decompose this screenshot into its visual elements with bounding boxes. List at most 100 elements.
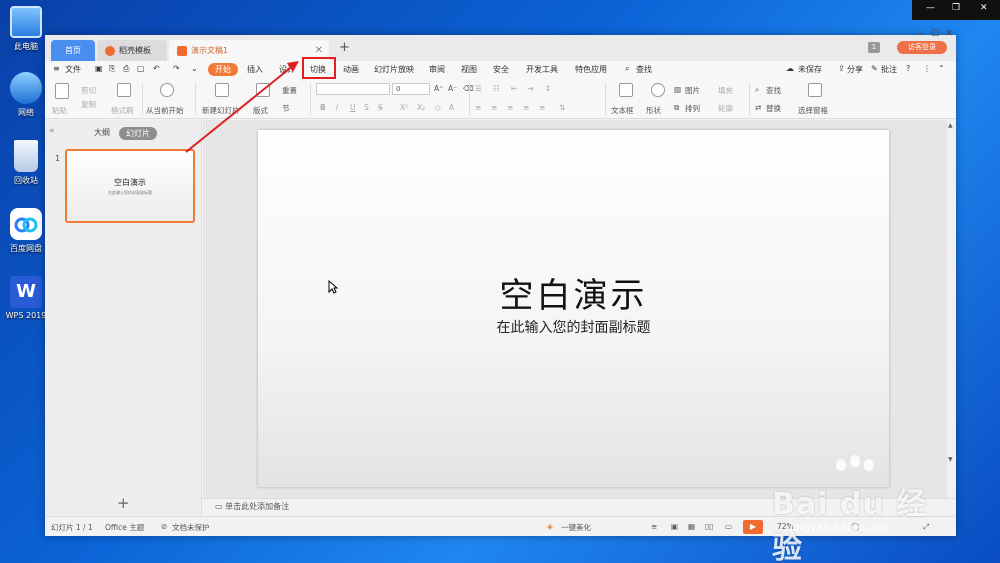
tab-developer[interactable]: 开发工具 [526,64,558,75]
customize-icon[interactable]: ⌄ [191,64,198,73]
from-current-button[interactable]: 从当前开始 [146,105,184,116]
line-spacing-icon[interactable]: ↕ [545,84,551,93]
play-from-current-icon[interactable] [160,83,174,97]
help-icon[interactable]: ? [906,64,910,73]
arrange-button[interactable]: 排列 [685,103,700,114]
tab-security[interactable]: 安全 [493,64,509,75]
close-icon[interactable]: ✕ [980,3,988,13]
collapse-panel-icon[interactable]: « [49,126,55,136]
section-button[interactable]: 节 [282,103,290,114]
picture-button[interactable]: 图片 [685,85,700,96]
align-left-icon[interactable]: ≡ [475,103,481,112]
tab-home[interactable]: 首页 [51,40,95,61]
align-center-icon[interactable]: ≡ [491,103,497,112]
paste-button[interactable]: 粘贴 [52,105,67,116]
new-tab-button[interactable]: + [339,40,350,55]
reset-button[interactable]: 重置 [282,85,297,96]
font-color-icon[interactable]: A [449,103,454,112]
slide-thumbnail[interactable]: 空白演示 在此输入您的封面副标题 [65,149,195,223]
beautify-button[interactable]: 一键美化 [561,522,591,533]
shape-icon[interactable] [651,83,665,97]
window-count-badge[interactable]: 1 [868,42,880,53]
slide[interactable]: 空白演示 在此输入您的封面副标题 [258,130,889,487]
text-direction-icon[interactable]: ⇅ [559,103,565,112]
font-name-select[interactable] [316,83,390,95]
tab-template[interactable]: 稻壳模板 [97,40,167,61]
numbered-list-icon[interactable]: ☷ [493,84,500,93]
paste-icon[interactable] [55,83,69,99]
maximize-icon[interactable]: ❐ [952,3,960,13]
tab-slideshow[interactable]: 幻灯片放映 [374,64,414,75]
slide-subtitle[interactable]: 在此输入您的封面副标题 [258,317,889,337]
guest-login-button[interactable]: 访客登录 [897,41,947,54]
italic-icon[interactable]: I [336,103,338,112]
bullet-list-icon[interactable]: ☰ [475,84,482,93]
selection-pane-button[interactable]: 选择窗格 [798,105,828,116]
new-slide-icon[interactable] [215,83,229,97]
hamburger-icon[interactable]: ≡ [53,64,60,73]
layout-button[interactable]: 版式 [253,105,268,116]
format-painter-icon[interactable] [117,83,131,97]
theme-name[interactable]: Office 主题 [105,522,144,533]
more-icon[interactable]: ⋮ [923,64,931,73]
shadow-icon[interactable]: S [364,103,369,112]
shape-button[interactable]: 形状 [646,105,661,116]
slide-title[interactable]: 空白演示 [258,268,889,317]
selection-pane-icon[interactable] [808,83,822,97]
comment-button[interactable]: 批注 [881,64,897,75]
align-right-icon[interactable]: ≡ [507,103,513,112]
new-slide-button[interactable]: 新建幻灯片 [202,105,240,116]
normal-view-icon[interactable]: ▣ [671,522,678,531]
tab-insert[interactable]: 插入 [247,64,263,75]
save-icon[interactable]: ▣ [95,64,103,73]
text-box-button[interactable]: 文本框 [611,105,634,116]
tab-slides[interactable]: 幻灯片 [119,127,157,140]
justify-icon[interactable]: ≡ [523,103,529,112]
tab-start[interactable]: 开始 [208,63,238,76]
notes-toggle-icon[interactable]: ≡ [651,522,657,531]
underline-icon[interactable]: U [350,103,356,112]
export-icon[interactable]: ⎘ [109,64,115,74]
indent-decrease-icon[interactable]: ⇤ [511,84,517,93]
window-close-icon[interactable]: ✕ [941,27,957,41]
close-tab-icon[interactable]: ✕ [315,45,323,56]
tab-animation[interactable]: 动画 [343,64,359,75]
slide-sorter-icon[interactable]: ▦ [688,522,695,531]
redo-icon[interactable]: ↷ [173,64,180,73]
find-button[interactable]: 查找 [766,85,781,96]
decrease-font-icon[interactable]: A⁻ [448,84,457,93]
text-box-icon[interactable] [619,83,633,97]
window-minimize-icon[interactable]: — [911,27,927,41]
collapse-ribbon-icon[interactable]: ⌃ [938,64,945,73]
font-size-select[interactable]: 0 [392,83,430,95]
strikethrough-icon[interactable]: S̶ [378,103,383,112]
eraser-icon[interactable]: ◇ [435,103,441,112]
search-icon[interactable]: ⌕ [625,64,629,74]
minimize-icon[interactable]: — [926,3,935,13]
format-painter-button[interactable]: 格式刷 [111,105,134,116]
tab-review[interactable]: 审阅 [429,64,445,75]
cut-button[interactable]: 剪切 [81,85,96,96]
tab-view[interactable]: 视图 [461,64,477,75]
replace-button[interactable]: 替换 [766,103,781,114]
copy-button[interactable]: 复制 [81,99,96,110]
unsaved-status[interactable]: 未保存 [798,64,822,75]
print-icon[interactable]: ⎙ [123,64,129,74]
tab-outline[interactable]: 大纲 [94,127,110,138]
preview-icon[interactable]: ▢ [137,64,145,73]
tab-design[interactable]: 设计 [279,64,295,75]
tab-special-apps[interactable]: 特色应用 [575,64,607,75]
outline-button[interactable]: 轮廓 [718,103,733,114]
increase-font-icon[interactable]: A⁺ [434,84,443,93]
share-button[interactable]: 分享 [847,64,863,75]
undo-icon[interactable]: ↶ [153,64,160,73]
subscript-icon[interactable]: X₂ [417,103,425,112]
reading-view-icon[interactable]: ▯▯ [705,522,713,531]
add-slide-button[interactable]: + [117,494,130,512]
bold-icon[interactable]: B [320,103,326,112]
protection-status[interactable]: 文档未保护 [172,522,210,533]
indent-increase-icon[interactable]: ⇥ [527,84,533,93]
menu-search[interactable]: 查找 [636,64,652,75]
fill-button[interactable]: 填充 [718,85,733,96]
layout-icon[interactable] [256,83,270,97]
